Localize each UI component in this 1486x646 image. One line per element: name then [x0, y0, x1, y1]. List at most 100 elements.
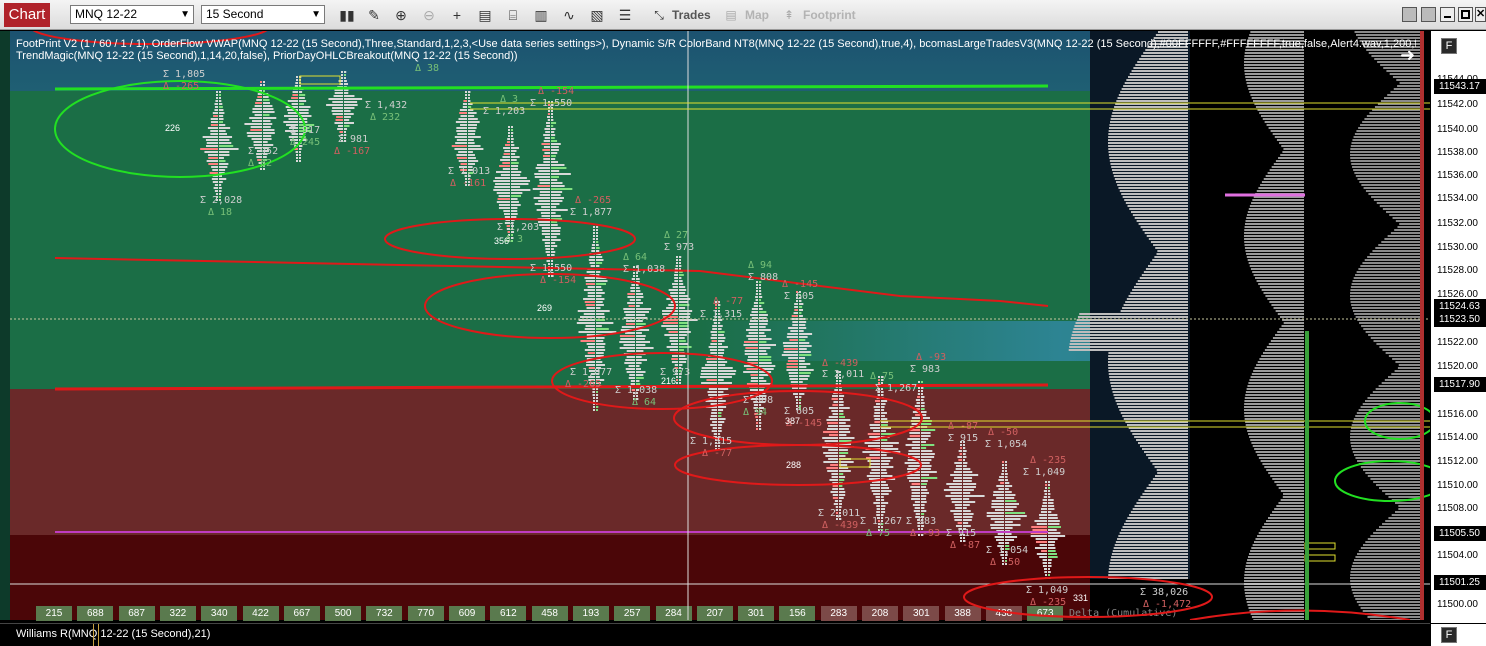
trades-icon: ⤡ [654, 8, 664, 22]
footprint-ask-bar [263, 96, 269, 98]
footprint-ask-bar [799, 396, 802, 398]
interval-select[interactable]: 15 Second ▼ [201, 5, 325, 24]
right-profile-bar [1282, 151, 1304, 153]
right-profile-bar [1351, 565, 1420, 567]
right-profile-bar [1262, 526, 1304, 528]
footprint-bid-bar [586, 364, 595, 366]
footprint-bid-bar [1045, 481, 1047, 483]
right-profile-bar [1376, 529, 1420, 531]
footprint-label: Δ -265 [565, 379, 602, 390]
right-profile-bar [1350, 442, 1420, 444]
footprint-bid-bar [458, 118, 467, 120]
right-profile-bar [1350, 298, 1420, 300]
list-icon[interactable]: ☰ [616, 6, 634, 24]
right-profile-bar [1379, 205, 1420, 207]
footprint-bid-bar [295, 151, 298, 153]
right-profile-bar [1271, 304, 1304, 306]
footprint-bid-bar [911, 492, 920, 494]
footprint-bid-bar [216, 91, 218, 93]
right-profile-bar [1382, 490, 1420, 492]
footprint-ask-bar [511, 186, 521, 188]
close-button[interactable]: ✕ [1475, 7, 1486, 22]
footprint-bid-bar [990, 518, 1004, 520]
footprint-label: Δ -235 [1030, 597, 1067, 608]
footprint-bid-bar [502, 162, 510, 164]
footprint-bid-bar [862, 451, 880, 453]
f-button-top[interactable]: F [1441, 38, 1457, 54]
chart-panel[interactable]: FootPrint V2 (1 / 60 / 1 / 1), OrderFlow… [0, 31, 1430, 620]
footprint-ask-bar [344, 80, 347, 82]
right-profile-bar [1278, 157, 1304, 159]
footprint-ask-bar [636, 356, 642, 358]
map-button[interactable]: Map [745, 8, 769, 22]
footprint-bid-bar [676, 382, 678, 384]
footprint-bid-bar [253, 141, 262, 143]
volume-profile-bar [1131, 211, 1188, 213]
right-profile-bar [1365, 472, 1420, 474]
price-axis[interactable]: F 11544.0011542.0011540.0011538.0011536.… [1430, 31, 1486, 623]
right-profile-bar [1257, 535, 1304, 537]
footprint-ask-bar [636, 275, 638, 277]
footprint-ask-bar [219, 142, 232, 144]
properties-icon[interactable]: ▤ [476, 6, 494, 24]
right-profile-bar [1277, 331, 1304, 333]
footprint-button[interactable]: Footprint [803, 8, 856, 22]
right-profile-bar [1399, 82, 1420, 84]
footprint-bid-bar [794, 309, 798, 311]
volume-profile-bar [1110, 121, 1188, 123]
draw-pencil-icon[interactable]: ✎ [365, 6, 383, 24]
right-profile-bar [1381, 241, 1420, 243]
footprint-bid-bar [335, 119, 343, 121]
footprint-ask-bar [679, 349, 684, 351]
volume-profile-bar [1109, 379, 1188, 381]
footprint-bid-bar [626, 350, 635, 352]
footprint-ask-bar [636, 362, 642, 364]
zoom-in-icon[interactable]: ⊕ [392, 6, 410, 24]
footprint-bid-bar [498, 195, 510, 197]
f-button-bottom[interactable]: F [1441, 627, 1457, 643]
footprint-bid-bar [326, 104, 343, 106]
yellow-tick [93, 624, 99, 646]
strategy-icon[interactable]: ▥ [532, 6, 550, 24]
templates-icon[interactable]: ⌸ [504, 6, 522, 24]
right-profile-bar [1364, 259, 1420, 261]
data-box-icon[interactable]: ▧ [588, 6, 606, 24]
price-tag: 11517.90 [1434, 377, 1486, 392]
footprint-ask-bar [921, 423, 932, 425]
footprint-bid-bar [864, 442, 880, 444]
chart-tab[interactable]: Chart [4, 3, 50, 27]
footprint-ask-bar [551, 134, 556, 136]
maximize-button[interactable] [1458, 7, 1473, 22]
trades-button[interactable]: Trades [672, 8, 711, 22]
williams-r-panel[interactable]: Williams R(MNQ 12-22 (15 Second),21) F [0, 623, 1486, 646]
volume-profile-bar [1108, 148, 1188, 150]
instrument-select[interactable]: MNQ 12-22 ▼ [70, 5, 194, 24]
bar-type-icon[interactable]: ▮▮ [338, 6, 356, 24]
volume-profile-bar [1121, 193, 1188, 195]
volume-profile-bar [1146, 235, 1188, 237]
footprint-bid-bar [498, 204, 510, 206]
indicator-legend: FootPrint V2 (1 / 60 / 1 / 1), OrderFlow… [16, 38, 1416, 62]
footprint-bid-bar [744, 350, 758, 352]
crosshair-icon[interactable]: + [448, 6, 466, 24]
footprint-bid-bar [950, 474, 962, 476]
zoom-out-icon[interactable]: ⊖ [420, 6, 438, 24]
indicators-icon[interactable]: ∿ [560, 6, 578, 24]
arrow-right-icon[interactable]: ➜ [1400, 45, 1415, 66]
footprint-bid-bar [954, 477, 962, 479]
tile-alt-button[interactable] [1421, 7, 1436, 22]
footprint-ask-bar [551, 245, 558, 247]
footprint-bid-bar [244, 123, 262, 125]
footprint-bid-bar [955, 468, 962, 470]
footprint-ask-bar [759, 365, 776, 367]
footprint-bid-bar [629, 374, 635, 376]
tile-button[interactable] [1402, 7, 1417, 22]
footprint-bid-bar [496, 171, 510, 173]
right-profile-bar [1350, 571, 1420, 573]
minimize-button[interactable] [1440, 7, 1455, 22]
right-profile-bar [1395, 502, 1420, 504]
right-profile-bar [1394, 511, 1420, 513]
footprint-bid-bar [210, 124, 218, 126]
right-profile-bar [1245, 76, 1304, 78]
footprint-bid-bar [876, 508, 880, 510]
